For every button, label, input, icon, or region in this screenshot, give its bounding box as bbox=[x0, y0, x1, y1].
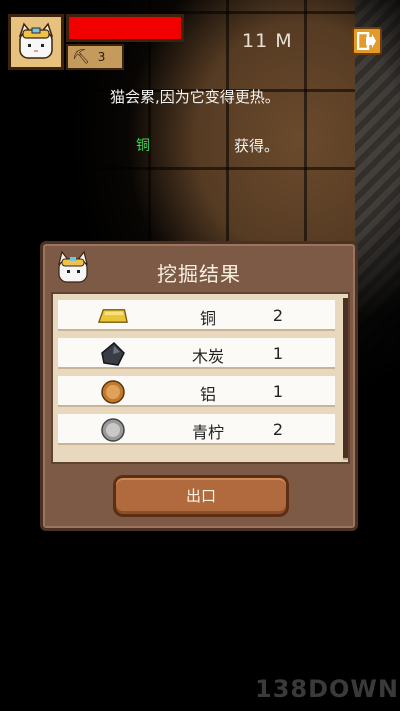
list-item: 木炭 1 bbox=[58, 338, 335, 369]
exit-button[interactable]: 出口 bbox=[113, 475, 289, 517]
bronze-ore-icon bbox=[98, 379, 128, 405]
cat-avatar[interactable] bbox=[8, 14, 64, 70]
silver-ore-icon bbox=[98, 417, 128, 443]
hp-fill bbox=[69, 17, 181, 39]
gold-bar-icon bbox=[98, 303, 128, 329]
pickaxe-icon: ⛏ bbox=[72, 49, 90, 65]
list-item: 铜 2 bbox=[58, 300, 335, 331]
item-qty: 2 bbox=[272, 306, 284, 325]
item-name: 木炭 bbox=[191, 347, 224, 366]
cat-miner-icon bbox=[18, 22, 54, 59]
status-message: 猫会累,因为它变得更热。 bbox=[110, 88, 280, 106]
exit-mine-button[interactable] bbox=[352, 27, 382, 55]
dig-results-dialog: 挖掘结果 铜 2 木炭 1 铝 1 青柠 2 出口 bbox=[40, 241, 358, 531]
list-item: 青柠 2 bbox=[58, 414, 335, 445]
level-value: 3 bbox=[97, 50, 106, 64]
obtained-text: 获得。 bbox=[234, 137, 280, 155]
item-qty: 1 bbox=[272, 344, 284, 363]
list-item: 铝 1 bbox=[58, 376, 335, 407]
dialog-title: 挖掘结果 bbox=[157, 262, 241, 286]
obtained-ore-name: 铜 bbox=[136, 138, 150, 154]
scroll-thumb[interactable] bbox=[343, 298, 348, 458]
item-qty: 2 bbox=[272, 420, 284, 439]
list-scrollbar[interactable] bbox=[343, 298, 348, 460]
item-name: 铝 bbox=[199, 385, 216, 404]
item-name: 青柠 bbox=[191, 423, 224, 442]
exit-door-icon bbox=[357, 32, 376, 50]
coal-icon bbox=[98, 341, 128, 367]
pickaxe-level: ⛏ 3 bbox=[66, 44, 124, 70]
watermark: 138DOWN bbox=[255, 675, 399, 703]
hp-bar bbox=[66, 14, 184, 42]
item-name: 铜 bbox=[199, 309, 216, 328]
results-list[interactable]: 铜 2 木炭 1 铝 1 青柠 2 bbox=[51, 292, 350, 464]
depth-readout: 11 M bbox=[242, 30, 293, 52]
item-qty: 1 bbox=[272, 382, 284, 401]
